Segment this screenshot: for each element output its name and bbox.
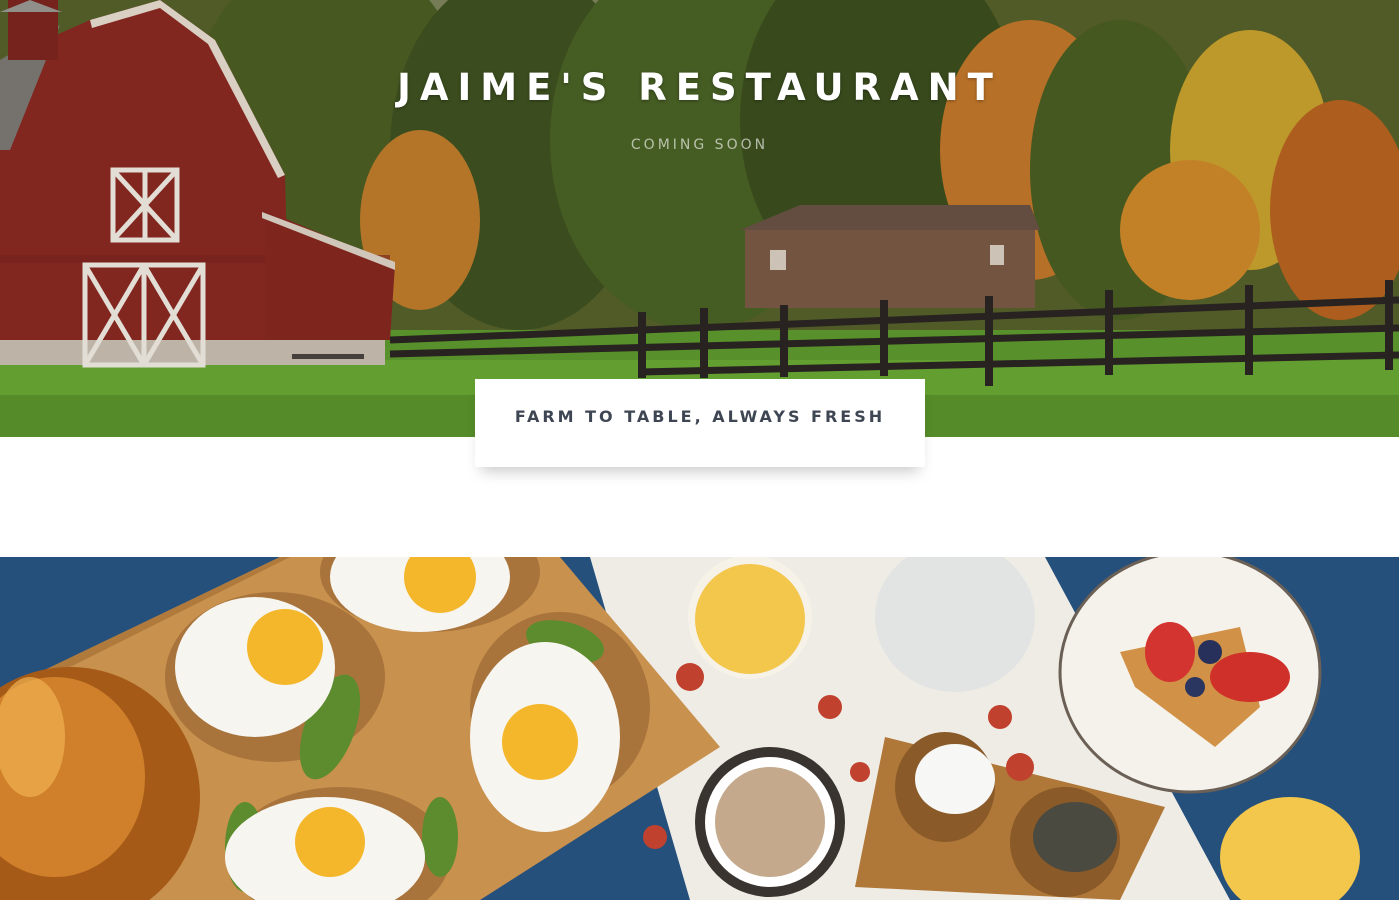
promo-banner: FARM TO TABLE, ALWAYS FRESH <box>475 379 925 467</box>
food-image-section <box>0 557 1399 900</box>
site-title: JAIME'S RESTAURANT <box>397 66 1002 109</box>
hero-section: JAIME'S RESTAURANT COMING SOON <box>0 0 1399 437</box>
promo-text: FARM TO TABLE, ALWAYS FRESH <box>514 407 886 426</box>
site-tagline: COMING SOON <box>630 137 769 153</box>
food-background-image <box>0 557 1399 900</box>
